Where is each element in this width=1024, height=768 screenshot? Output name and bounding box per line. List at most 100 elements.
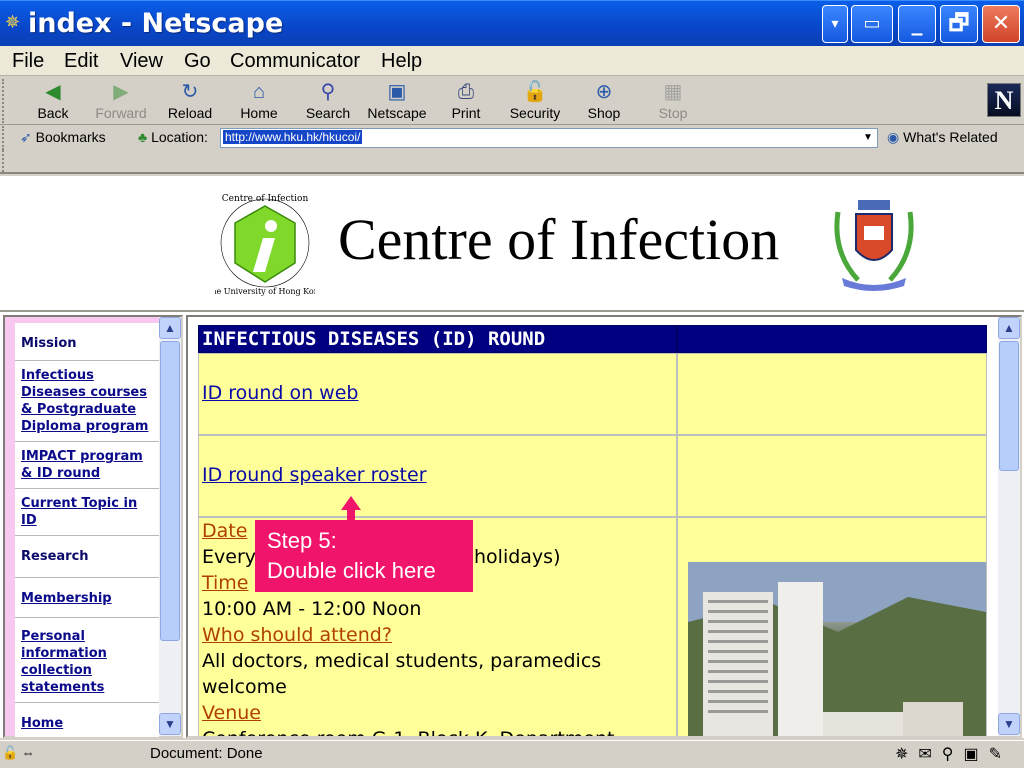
location-grip[interactable] bbox=[2, 126, 8, 150]
sidebar-frame: Mission Infectious Diseases courses & Po… bbox=[3, 315, 183, 738]
menu-view[interactable]: View bbox=[120, 50, 163, 73]
main-scroll-thumb[interactable] bbox=[999, 341, 1019, 471]
bookmarks-button[interactable]: ➶ Bookmarks bbox=[20, 129, 106, 146]
component-bar-icons[interactable]: ✵✉⚲▣✎ bbox=[895, 744, 1012, 764]
menu-file[interactable]: File bbox=[12, 50, 44, 73]
window-menu-button[interactable]: ▾ bbox=[822, 5, 848, 43]
table-row: ID round speaker roster bbox=[198, 435, 988, 517]
step-callout: Step 5: Double click here bbox=[255, 520, 473, 592]
sidebar-item-mission[interactable]: Mission bbox=[15, 323, 159, 361]
id-round-on-web-link[interactable]: ID round on web bbox=[202, 382, 358, 404]
sidebar-item-courses[interactable]: Infectious Diseases courses & Postgradua… bbox=[15, 361, 159, 442]
table-row: ID round on web bbox=[198, 353, 988, 435]
sidebar-item-research[interactable]: Research bbox=[15, 536, 159, 578]
menu-communicator[interactable]: Communicator bbox=[230, 50, 360, 73]
location-dropdown-arrow-icon[interactable]: ▼ bbox=[859, 129, 877, 147]
window-tile-button[interactable]: ▭ bbox=[851, 5, 893, 43]
svg-text:The University of Hong Kong: The University of Hong Kong bbox=[215, 287, 315, 296]
sidebar-scrollbar[interactable]: ▲ ▼ bbox=[159, 317, 181, 736]
time-value: 10:00 AM - 12:00 Noon bbox=[202, 598, 422, 620]
netscape-throbber-logo[interactable]: N bbox=[987, 83, 1021, 117]
location-url-field[interactable]: http://www.hku.hk/hkucoi/ ▼ bbox=[220, 128, 878, 148]
netscape-button[interactable]: ▣ Netscape bbox=[366, 79, 428, 121]
sidebar-item-current-topic-label[interactable]: Current Topic in ID bbox=[21, 496, 137, 528]
back-icon: ◀ bbox=[45, 81, 61, 103]
home-label: Home bbox=[240, 105, 278, 121]
time-label: Time bbox=[202, 572, 249, 594]
sidebar-item-personal-info-label[interactable]: Personal information collection statemen… bbox=[21, 629, 107, 695]
attend-label: Who should attend? bbox=[202, 624, 392, 646]
table-cell: ID round speaker roster bbox=[198, 435, 677, 517]
security-button[interactable]: 🔓 Security bbox=[504, 79, 566, 121]
reload-label: Reload bbox=[167, 105, 213, 121]
print-icon: ⎙ bbox=[458, 81, 474, 103]
svg-text:Centre of Infection: Centre of Infection bbox=[222, 194, 309, 204]
sidebar-item-mission-label: Mission bbox=[21, 336, 77, 351]
home-icon: ⌂ bbox=[252, 81, 266, 103]
site-title: Centre of Infection bbox=[338, 207, 780, 272]
whats-related-label: What's Related bbox=[903, 129, 998, 145]
attend-value: All doctors, medical students, paramedic… bbox=[202, 650, 602, 698]
main-scrollbar[interactable]: ▲ ▼ bbox=[998, 317, 1020, 736]
venue-label: Venue bbox=[202, 702, 261, 724]
date-label: Date bbox=[202, 520, 248, 542]
table-cell: ID round on web bbox=[198, 353, 677, 435]
print-button[interactable]: ⎙ Print bbox=[435, 79, 497, 121]
shop-label: Shop bbox=[587, 105, 621, 121]
sidebar-item-impact[interactable]: IMPACT program & ID round bbox=[15, 442, 159, 489]
attend-row: Who should attend? bbox=[202, 622, 672, 648]
sidebar-item-courses-label[interactable]: Infectious Diseases courses & Postgradua… bbox=[21, 368, 148, 434]
minimize-button[interactable]: _ bbox=[898, 5, 936, 43]
toolbar-grip[interactable] bbox=[2, 79, 8, 123]
sidebar-item-current-topic[interactable]: Current Topic in ID bbox=[15, 489, 159, 536]
browser-window: ✵ index - Netscape ▾ ▭ _ 🗗 ✕ File Edit V… bbox=[0, 0, 1024, 768]
menu-help[interactable]: Help bbox=[381, 50, 422, 73]
sidebar-item-membership-label[interactable]: Membership bbox=[21, 591, 112, 606]
menu-edit[interactable]: Edit bbox=[64, 50, 98, 73]
callout-step: Step 5: bbox=[267, 528, 337, 553]
netscape-icon: ▣ bbox=[387, 81, 407, 103]
security-status-icon[interactable]: 🔓 ⇔ bbox=[2, 745, 35, 761]
home-button[interactable]: ⌂ Home bbox=[228, 79, 290, 121]
menu-go[interactable]: Go bbox=[184, 50, 211, 73]
netscape-app-icon: ✵ bbox=[5, 12, 21, 32]
restore-button[interactable]: 🗗 bbox=[940, 5, 978, 43]
menu-bar: File Edit View Go Communicator Help bbox=[0, 46, 1024, 76]
sidebar-scroll-down-icon[interactable]: ▼ bbox=[159, 713, 181, 735]
search-icon: ⚲ bbox=[320, 81, 336, 103]
table-header-cell-right bbox=[677, 325, 987, 353]
table-header-row: INFECTIOUS DISEASES (ID) ROUND bbox=[198, 325, 988, 353]
sidebar-scroll-thumb[interactable] bbox=[160, 341, 180, 641]
sidebar-item-personal-info[interactable]: Personal information collection statemen… bbox=[15, 618, 159, 703]
search-label: Search bbox=[305, 105, 351, 121]
main-scroll-down-icon[interactable]: ▼ bbox=[998, 713, 1020, 735]
location-page-icon: ♣ bbox=[138, 129, 148, 145]
sidebar-scroll-up-icon[interactable]: ▲ bbox=[159, 317, 181, 339]
search-button[interactable]: ⚲ Search bbox=[297, 79, 359, 121]
sidebar-item-home[interactable]: Home bbox=[15, 703, 159, 737]
personal-toolbar-grip[interactable] bbox=[2, 150, 8, 172]
table-header-cell: INFECTIOUS DISEASES (ID) ROUND bbox=[198, 325, 677, 353]
reload-icon: ↻ bbox=[181, 81, 199, 103]
hospital-building-image bbox=[688, 562, 986, 736]
whats-related-button[interactable]: ◉ What's Related bbox=[887, 129, 998, 146]
forward-button[interactable]: ▶ Forward bbox=[90, 79, 152, 121]
forward-icon: ▶ bbox=[113, 81, 129, 103]
bookmarks-icon: ➶ bbox=[20, 129, 32, 145]
main-scroll-up-icon[interactable]: ▲ bbox=[998, 317, 1020, 339]
stop-button[interactable]: ▦ Stop bbox=[642, 79, 704, 121]
location-url-text: http://www.hku.hk/hkucoi/ bbox=[223, 130, 363, 144]
date-value: Every bbox=[202, 546, 256, 568]
security-label: Security bbox=[509, 105, 561, 121]
location-label: Location: bbox=[151, 129, 208, 145]
table-cell-right bbox=[677, 353, 987, 435]
sidebar-item-home-label[interactable]: Home bbox=[21, 716, 63, 731]
reload-button[interactable]: ↻ Reload bbox=[159, 79, 221, 121]
sidebar-item-membership[interactable]: Membership bbox=[15, 578, 159, 618]
location-bar: ➶ Bookmarks ♣ Location: http://www.hku.h… bbox=[0, 126, 1024, 150]
back-button[interactable]: ◀ Back bbox=[22, 79, 84, 121]
id-round-speaker-roster-link[interactable]: ID round speaker roster bbox=[202, 464, 427, 486]
shop-button[interactable]: ⊕ Shop bbox=[573, 79, 635, 121]
close-button[interactable]: ✕ bbox=[982, 5, 1020, 43]
sidebar-item-impact-label[interactable]: IMPACT program & ID round bbox=[21, 449, 143, 481]
